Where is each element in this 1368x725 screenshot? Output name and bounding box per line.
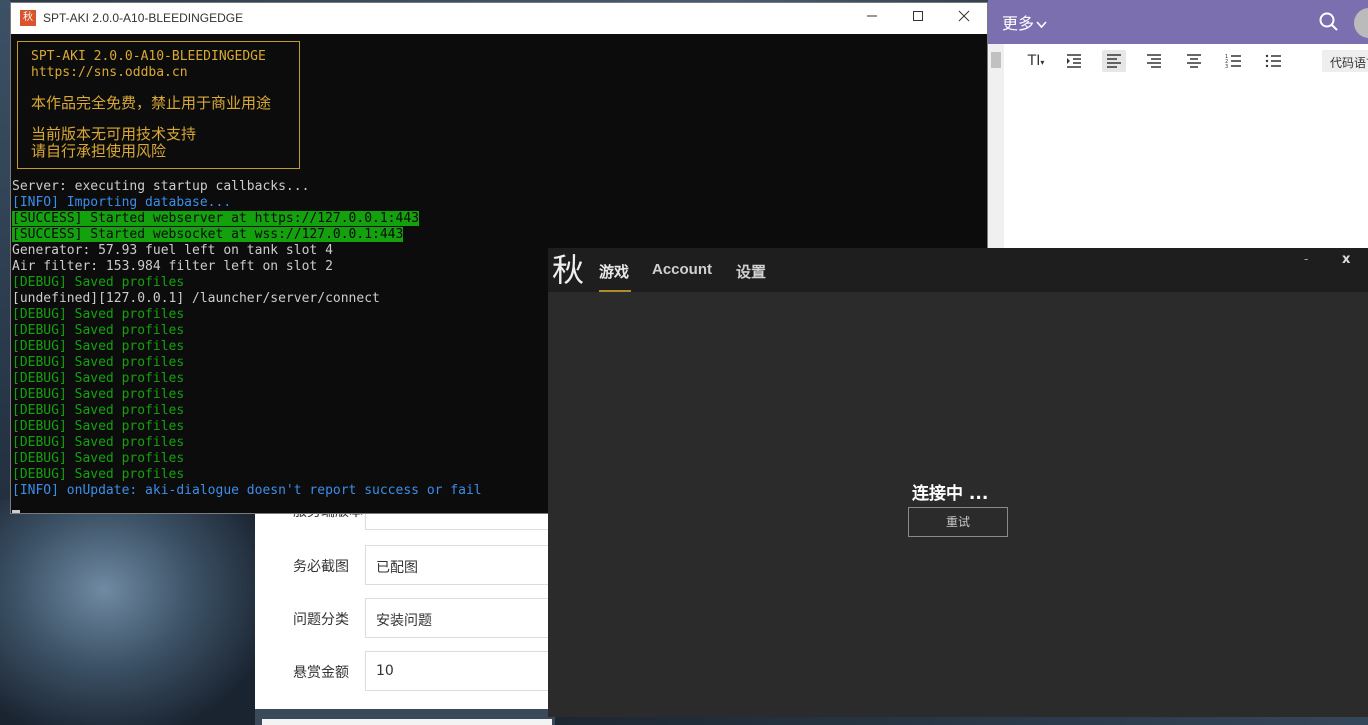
align-center-icon[interactable] (1182, 50, 1206, 72)
log-text: [SUCCESS] Started websocket at wss://127… (12, 227, 404, 242)
minimize-icon (867, 15, 877, 17)
more-menu[interactable]: 更多 (1002, 10, 1047, 34)
log-text: [INFO] Importing database... (12, 195, 232, 210)
editor-toolbar: TI▾ 1 2 3 代码语 (1004, 48, 1368, 76)
log-text: [DEBUG] Saved profiles (12, 339, 185, 354)
banner-url: https://sns.oddba.cn (31, 65, 188, 80)
log-text: Air filter: 153.984 filter left on slot … (12, 259, 333, 274)
active-tab-indicator (599, 290, 631, 292)
form-row-bounty: 悬赏金额 10 (255, 651, 555, 691)
log-line: [INFO] Importing database... (12, 195, 982, 211)
log-line: [SUCCESS] Started websocket at wss://127… (12, 227, 982, 243)
log-text: [INFO] onUpdate: aki-dialogue doesn't re… (12, 483, 482, 498)
form-label: 悬赏金额 (293, 665, 349, 681)
log-text: Server: executing startup callbacks... (12, 179, 310, 194)
log-text: Generator: 57.93 fuel left on tank slot … (12, 243, 333, 258)
retry-button[interactable]: 重试 (908, 507, 1008, 537)
connection-status: 连接中 ... (912, 484, 989, 504)
avatar[interactable] (1354, 8, 1368, 38)
form-row-category: 问题分类 安装问题 (255, 598, 555, 638)
scrollbar-thumb[interactable] (991, 52, 1001, 68)
log-text: [DEBUG] Saved profiles (12, 275, 185, 290)
code-language-select[interactable]: 代码语言 (1322, 50, 1368, 72)
minimize-button[interactable]: - (1304, 252, 1308, 266)
search-icon[interactable] (1318, 11, 1340, 33)
rich-text-editor: 更多 TI▾ 1 2 3 代码语 (988, 0, 1368, 248)
log-text: [DEBUG] Saved profiles (12, 355, 185, 370)
log-line: Server: executing startup callbacks... (12, 179, 982, 195)
background-artwork (0, 500, 260, 725)
category-select[interactable]: 安装问题 (365, 598, 555, 638)
tab-game[interactable]: 游戏 (599, 261, 629, 282)
ordered-list-icon[interactable]: 1 2 3 (1222, 50, 1246, 72)
log-text: [undefined][127.0.0.1] /launcher/server/… (12, 291, 380, 306)
console-cursor (12, 510, 20, 513)
minimize-button[interactable] (849, 3, 895, 34)
launcher-logo: 秋 (552, 251, 585, 289)
editor-scrollbar[interactable] (988, 44, 1004, 248)
log-text: [DEBUG] Saved profiles (12, 403, 185, 418)
launcher-window: 秋 游戏 Account 设置 - x 连接中 ... 重试 (548, 248, 1368, 717)
log-text: [DEBUG] Saved profiles (12, 323, 185, 338)
maximize-button[interactable] (895, 3, 941, 34)
banner-line: 当前版本无可用技术支持 (31, 125, 197, 143)
chevron-down-icon (1036, 21, 1047, 29)
background-line (262, 719, 552, 725)
launcher-header[interactable]: 秋 游戏 Account 设置 - x (548, 248, 1368, 292)
tab-settings[interactable]: 设置 (736, 261, 766, 282)
forum-post-form: 服务端版本 务必截图 已配图 问题分类 安装问题 悬赏金额 10 (255, 490, 555, 709)
svg-text:3: 3 (1225, 64, 1228, 70)
background-artwork-edge (0, 0, 10, 500)
indent-icon[interactable] (1062, 50, 1086, 72)
close-button[interactable] (941, 3, 987, 34)
font-size-label: TI (1027, 53, 1041, 69)
banner-line: 本作品完全免费，禁止用于商业用途 (31, 94, 272, 112)
log-text: [SUCCESS] Started webserver at https://1… (12, 211, 419, 226)
form-label: 问题分类 (293, 612, 349, 628)
more-label: 更多 (1002, 14, 1035, 33)
tab-account[interactable]: Account (652, 261, 712, 278)
form-row-screenshot: 务必截图 已配图 (255, 545, 555, 585)
align-left-icon[interactable] (1102, 50, 1126, 72)
screenshot-select[interactable]: 已配图 (365, 545, 555, 585)
window-titlebar[interactable]: 秋 SPT-AKI 2.0.0-A10-BLEEDINGEDGE (11, 3, 987, 34)
banner-line: SPT-AKI 2.0.0-A10-BLEEDINGEDGE (31, 49, 266, 64)
font-size-button[interactable]: TI▾ (1020, 50, 1052, 72)
banner-line: 请自行承担使用风险 (31, 142, 167, 160)
startup-banner: SPT-AKI 2.0.0-A10-BLEEDINGEDGE https://s… (17, 41, 300, 169)
log-text: [DEBUG] Saved profiles (12, 451, 185, 466)
maximize-icon (913, 11, 923, 21)
close-icon (958, 10, 970, 22)
log-text: [DEBUG] Saved profiles (12, 419, 185, 434)
unordered-list-icon[interactable] (1262, 50, 1286, 72)
editor-header: 更多 (988, 0, 1368, 44)
form-label: 务必截图 (293, 559, 349, 575)
log-line: [SUCCESS] Started webserver at https://1… (12, 211, 982, 227)
close-button[interactable]: x (1342, 252, 1350, 267)
log-text: [DEBUG] Saved profiles (12, 307, 185, 322)
align-right-icon[interactable] (1142, 50, 1166, 72)
log-text: [DEBUG] Saved profiles (12, 467, 185, 482)
caret-down-icon: ▾ (1040, 58, 1045, 67)
log-text: [DEBUG] Saved profiles (12, 371, 185, 386)
log-text: [DEBUG] Saved profiles (12, 435, 185, 450)
app-icon: 秋 (20, 10, 36, 26)
bounty-input[interactable]: 10 (365, 651, 555, 691)
log-text: [DEBUG] Saved profiles (12, 387, 185, 402)
window-title: SPT-AKI 2.0.0-A10-BLEEDINGEDGE (43, 11, 244, 25)
